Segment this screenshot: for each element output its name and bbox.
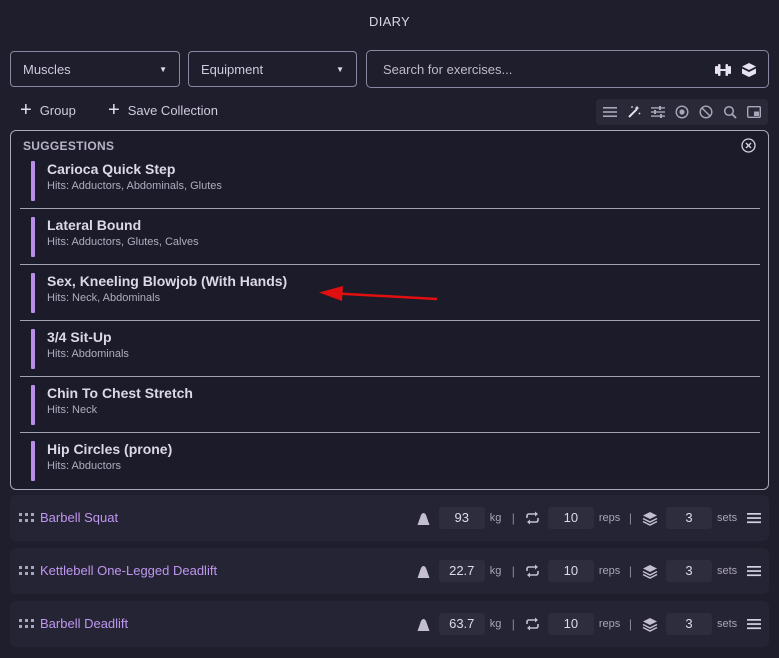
suggestions-panel: SUGGESTIONS Carioca Quick Step Hits: Add…	[10, 130, 769, 490]
reps-value[interactable]: 10	[547, 613, 594, 635]
equipment-dropdown[interactable]: Equipment ▼	[188, 51, 357, 87]
weight-unit: kg	[489, 512, 502, 524]
suggestion-hits: Hits: Abductors	[47, 460, 121, 472]
annotation-arrow	[319, 286, 438, 301]
layers-icon	[642, 564, 658, 579]
divider: |	[511, 511, 515, 525]
repeat-icon	[526, 617, 539, 631]
exercise-name[interactable]: Kettlebell One-Legged Deadlift	[40, 563, 217, 578]
search-box	[366, 50, 769, 88]
suggestion-name: Chin To Chest Stretch	[47, 385, 193, 401]
weight-icon	[417, 618, 430, 631]
divider: |	[511, 564, 515, 578]
suggestion-hits: Hits: Adductors, Glutes, Calves	[47, 236, 199, 248]
weight-unit: kg	[489, 565, 502, 577]
suggestion-item[interactable]: Hip Circles (prone) Hits: Abductors	[20, 433, 760, 489]
block-icon[interactable]	[697, 103, 715, 121]
divider: |	[511, 617, 515, 631]
suggestion-name: Hip Circles (prone)	[47, 441, 173, 457]
divider: |	[628, 617, 632, 631]
view-toolstrip	[596, 99, 768, 125]
suggestions-heading: SUGGESTIONS	[23, 139, 115, 153]
divider: |	[628, 564, 632, 578]
magic-wand-icon[interactable]	[625, 103, 643, 121]
suggestion-accent-bar	[31, 161, 35, 201]
picture-in-picture-icon[interactable]	[745, 103, 763, 121]
exercise-name[interactable]: Barbell Squat	[40, 510, 118, 525]
suggestion-item[interactable]: Carioca Quick Step Hits: Adductors, Abdo…	[20, 153, 760, 209]
repeat-icon	[526, 564, 539, 578]
sliders-icon[interactable]	[649, 103, 667, 121]
reps-value[interactable]: 10	[547, 507, 594, 529]
suggestion-hits: Hits: Neck, Abdominals	[47, 292, 161, 304]
sets-value[interactable]: 3	[666, 613, 712, 635]
weight-icon	[417, 565, 430, 578]
add-group-button[interactable]: + Group	[20, 99, 76, 121]
target-icon[interactable]	[673, 103, 691, 121]
sets-value[interactable]: 3	[666, 560, 712, 582]
menu-icon[interactable]	[747, 512, 761, 524]
plus-icon: +	[108, 99, 120, 121]
menu-icon[interactable]	[747, 618, 761, 630]
weight-value[interactable]: 63.7	[438, 613, 485, 635]
plus-icon: +	[20, 99, 32, 121]
exercise-row: Barbell Squat 93 kg | 10 reps | 3 sets	[10, 495, 769, 541]
suggestion-name: Lateral Bound	[47, 217, 142, 233]
menu-icon[interactable]	[747, 565, 761, 577]
exercise-row: Kettlebell One-Legged Deadlift 22.7 kg |…	[10, 548, 769, 594]
weight-value[interactable]: 22.7	[438, 560, 485, 582]
suggestion-item[interactable]: Lateral Bound Hits: Adductors, Glutes, C…	[20, 209, 760, 265]
weight-unit: kg	[489, 618, 502, 630]
sets-unit: sets	[717, 565, 738, 577]
sets-value[interactable]: 3	[666, 507, 712, 529]
suggestion-accent-bar	[31, 329, 35, 369]
suggestion-name: Carioca Quick Step	[47, 161, 176, 177]
suggestion-accent-bar	[31, 441, 35, 481]
dumbbell-icon[interactable]	[714, 61, 732, 84]
caret-down-icon: ▼	[336, 65, 344, 74]
drag-handle-icon[interactable]	[19, 566, 34, 576]
suggestion-hits: Hits: Adductors, Abdominals, Glutes	[47, 180, 222, 192]
list-icon[interactable]	[601, 103, 619, 121]
add-group-label: Group	[39, 102, 76, 118]
save-collection-label: Save Collection	[127, 102, 219, 118]
layers-icon	[642, 617, 658, 632]
muscles-dropdown[interactable]: Muscles ▼	[10, 51, 180, 87]
search-icon[interactable]	[721, 103, 739, 121]
suggestion-item[interactable]: 3/4 Sit-Up Hits: Abdominals	[20, 321, 760, 377]
suggestion-accent-bar	[31, 385, 35, 425]
sets-unit: sets	[717, 618, 738, 630]
suggestion-hits: Hits: Neck	[47, 404, 98, 416]
reps-unit: reps	[598, 565, 621, 577]
caret-down-icon: ▼	[159, 65, 167, 74]
equipment-dropdown-label: Equipment	[201, 61, 264, 77]
suggestion-name: 3/4 Sit-Up	[47, 329, 112, 345]
reps-unit: reps	[598, 512, 621, 524]
suggestion-hits: Hits: Abdominals	[47, 348, 129, 360]
suggestion-name: Sex, Kneeling Blowjob (With Hands)	[47, 273, 288, 289]
page-title: DIARY	[369, 14, 410, 29]
exercise-row: Barbell Deadlift 63.7 kg | 10 reps | 3 s…	[10, 601, 769, 647]
layers-icon	[642, 511, 658, 526]
reps-value[interactable]: 10	[547, 560, 594, 582]
reps-unit: reps	[598, 618, 621, 630]
repeat-icon	[526, 511, 539, 525]
search-input[interactable]	[383, 61, 683, 77]
divider: |	[628, 511, 632, 525]
drag-handle-icon[interactable]	[19, 619, 34, 629]
exercise-name[interactable]: Barbell Deadlift	[40, 616, 128, 631]
save-collection-button[interactable]: + Save Collection	[108, 99, 219, 121]
suggestion-accent-bar	[31, 217, 35, 257]
muscles-dropdown-label: Muscles	[23, 61, 71, 77]
drag-handle-icon[interactable]	[19, 513, 34, 523]
sets-unit: sets	[717, 512, 738, 524]
suggestion-accent-bar	[31, 273, 35, 313]
weight-icon	[417, 512, 430, 525]
weight-value[interactable]: 93	[438, 507, 485, 529]
collection-box-icon[interactable]	[740, 61, 758, 84]
suggestion-item[interactable]: Chin To Chest Stretch Hits: Neck	[20, 377, 760, 433]
